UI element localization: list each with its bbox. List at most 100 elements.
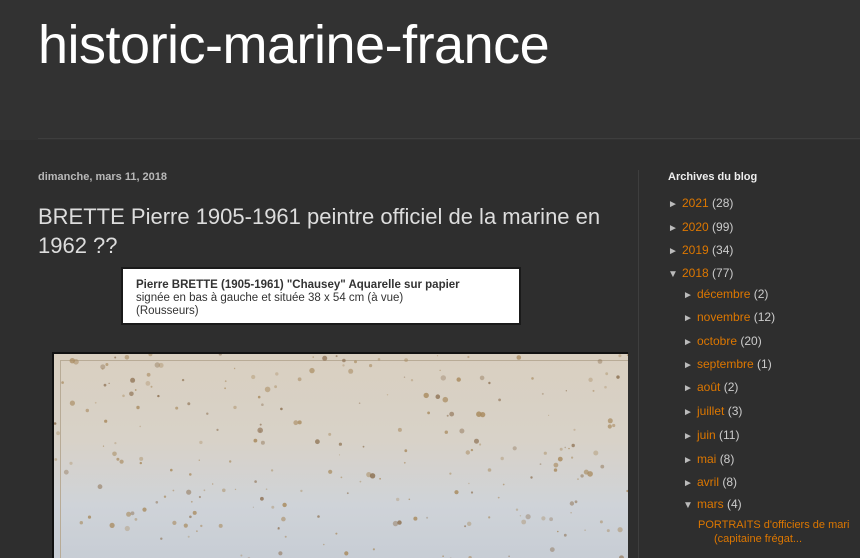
archive-post-link-continued[interactable]: (capitaine frégat...	[714, 532, 802, 547]
foxing-stain	[435, 394, 441, 399]
foxing-stain	[192, 510, 197, 515]
collapse-arrow-icon[interactable]: ▼	[683, 497, 697, 515]
archive-month-mars[interactable]: ▼ mars (4)	[683, 495, 742, 513]
expand-arrow-icon[interactable]: ►	[683, 404, 697, 422]
expand-arrow-icon[interactable]: ►	[683, 310, 697, 328]
archive-month-link[interactable]: décembre	[697, 287, 750, 301]
foxing-stain	[172, 520, 177, 525]
archive-year-link[interactable]: 2019	[682, 243, 709, 257]
archive-month-link[interactable]: octobre	[697, 334, 737, 348]
foxing-stain	[203, 489, 206, 492]
foxing-stains	[54, 354, 628, 558]
foxing-stain	[190, 500, 193, 503]
foxing-stain	[322, 355, 328, 361]
foxing-stain	[69, 400, 75, 406]
archive-month-link[interactable]: septembre	[697, 357, 754, 371]
expand-arrow-icon[interactable]: ►	[668, 243, 682, 261]
foxing-stain	[541, 516, 546, 521]
foxing-stain	[626, 354, 628, 356]
archive-month-link[interactable]: juin	[697, 428, 716, 442]
foxing-stain	[346, 492, 349, 495]
foxing-stain	[487, 468, 492, 472]
expand-arrow-icon[interactable]: ►	[683, 357, 697, 375]
foxing-stain	[146, 372, 151, 377]
foxing-stain	[565, 390, 567, 392]
archive-year-link[interactable]: 2021	[682, 196, 709, 210]
foxing-stain	[530, 476, 533, 479]
foxing-stain	[583, 469, 589, 475]
foxing-stain	[259, 423, 262, 426]
expand-arrow-icon[interactable]: ►	[683, 452, 697, 470]
foxing-stain	[284, 535, 287, 538]
foxing-stain	[465, 450, 470, 455]
caption-image[interactable]: Pierre BRETTE (1905-1961) "Chausey" Aqua…	[121, 267, 521, 325]
archive-month-aout[interactable]: ► août (2)	[683, 378, 738, 396]
archive-month-link[interactable]: mars	[697, 497, 724, 511]
archive-year-2020[interactable]: ► 2020 (99)	[668, 218, 733, 236]
foxing-stain	[377, 358, 381, 361]
foxing-stain	[187, 402, 191, 406]
expand-arrow-icon[interactable]: ►	[683, 380, 697, 398]
foxing-stain	[183, 523, 188, 528]
foxing-stain	[234, 488, 237, 491]
caption-line-2: signée en bas à gauche et située 38 x 54…	[136, 292, 404, 304]
foxing-stain	[87, 515, 92, 519]
foxing-stain	[599, 520, 603, 524]
caption-line-1: Pierre BRETTE (1905-1961) "Chausey" Aqua…	[136, 279, 460, 291]
expand-arrow-icon[interactable]: ►	[668, 220, 682, 238]
archive-month-juillet[interactable]: ► juillet (3)	[683, 402, 742, 420]
foxing-stain	[607, 424, 612, 429]
archive-month-link[interactable]: juillet	[697, 404, 724, 418]
foxing-stain	[519, 515, 522, 517]
archive-month-link[interactable]: mai	[697, 452, 716, 466]
archive-month-link[interactable]: août	[697, 380, 720, 394]
expand-arrow-icon[interactable]: ►	[668, 196, 682, 214]
foxing-stain	[338, 442, 342, 446]
foxing-stain	[328, 469, 333, 474]
foxing-stain	[270, 469, 274, 472]
foxing-stain	[175, 406, 179, 410]
foxing-stain	[260, 496, 264, 501]
foxing-stain	[553, 468, 558, 472]
collapse-arrow-icon[interactable]: ▼	[668, 266, 682, 284]
archive-count: (28)	[712, 196, 734, 210]
painting-image[interactable]	[52, 352, 628, 558]
expand-arrow-icon[interactable]: ►	[683, 475, 697, 493]
archive-month-decembre[interactable]: ► décembre (2)	[683, 285, 768, 303]
archive-month-link[interactable]: novembre	[697, 310, 750, 324]
foxing-stain	[251, 374, 256, 380]
foxing-stain	[309, 367, 315, 374]
foxing-stain	[97, 484, 103, 490]
foxing-stain	[404, 358, 408, 362]
archive-count: (99)	[712, 220, 734, 234]
foxing-stain	[386, 394, 389, 396]
archive-month-mai[interactable]: ► mai (8)	[683, 450, 734, 468]
foxing-stain	[354, 360, 357, 364]
foxing-stain	[604, 385, 607, 389]
expand-arrow-icon[interactable]: ►	[683, 334, 697, 352]
foxing-stain	[224, 387, 227, 390]
archive-month-link[interactable]: avril	[697, 475, 719, 489]
foxing-stain	[500, 456, 504, 461]
archive-month-septembre[interactable]: ► septembre (1)	[683, 355, 772, 373]
foxing-stain	[476, 411, 482, 417]
archive-year-2019[interactable]: ► 2019 (34)	[668, 241, 733, 259]
archive-month-juin[interactable]: ► juin (11)	[683, 426, 739, 444]
foxing-stain	[408, 498, 411, 501]
archive-month-octobre[interactable]: ► octobre (20)	[683, 332, 762, 350]
archive-year-2021[interactable]: ► 2021 (28)	[668, 194, 733, 212]
expand-arrow-icon[interactable]: ►	[683, 428, 697, 446]
foxing-stain	[186, 489, 192, 495]
archive-year-link[interactable]: 2018	[682, 266, 709, 280]
foxing-stain	[467, 355, 470, 359]
archive-month-novembre[interactable]: ► novembre (12)	[683, 308, 775, 326]
post-title[interactable]: BRETTE Pierre 1905-1961 peintre officiel…	[38, 202, 618, 260]
foxing-stain	[335, 355, 338, 358]
archive-year-2018[interactable]: ▼ 2018 (77)	[668, 264, 733, 282]
archive-year-link[interactable]: 2020	[682, 220, 709, 234]
archive-month-avril[interactable]: ► avril (8)	[683, 473, 737, 491]
archive-post-link[interactable]: PORTRAITS d'officiers de mari	[698, 518, 849, 533]
blog-title[interactable]: historic-marine-france	[38, 14, 550, 76]
expand-arrow-icon[interactable]: ►	[683, 287, 697, 305]
foxing-stain	[440, 375, 446, 381]
